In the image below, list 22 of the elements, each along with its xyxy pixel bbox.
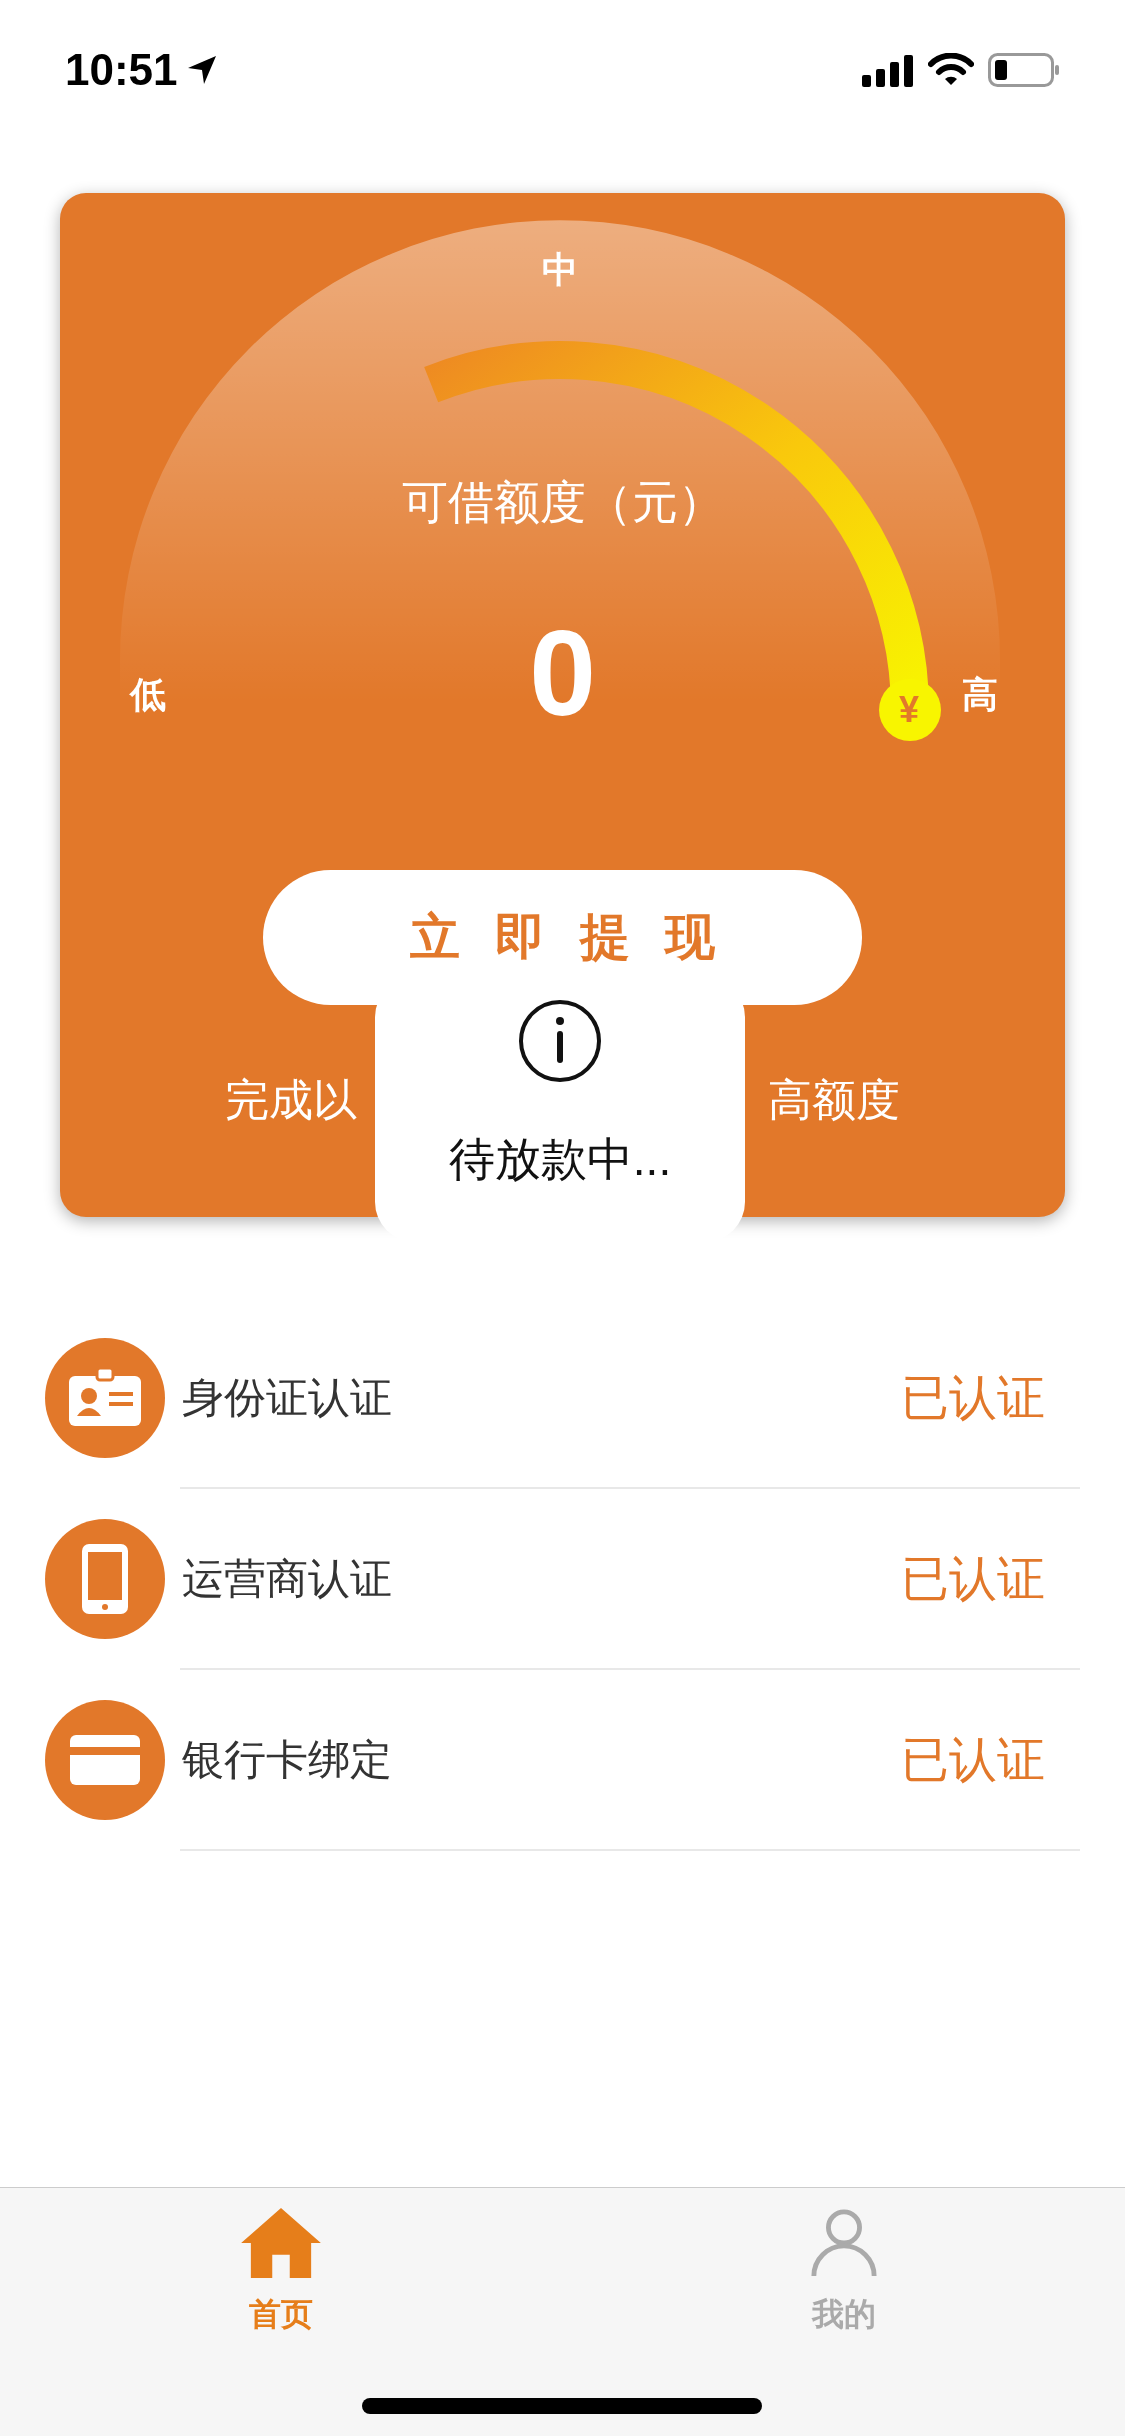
gauge-mid-label: 中: [542, 248, 578, 292]
verification-name[interactable]: 银行卡绑定: [182, 1728, 901, 1791]
gauge-low-label: 低: [130, 673, 166, 717]
person-icon: [808, 2208, 879, 2278]
subtitle-text: 完成以: [225, 1074, 357, 1126]
verification-status: 已认证: [901, 1731, 1045, 1788]
info-icon: [518, 999, 602, 1083]
subtitle-text: 高额度: [768, 1074, 900, 1126]
verification-status: 已认证: [901, 1369, 1045, 1426]
battery-icon: [988, 53, 1060, 87]
verification-status: 已认证: [901, 1550, 1045, 1607]
verification-name[interactable]: 运营商认证: [182, 1547, 901, 1610]
toast-message: 待放款中...: [448, 1132, 672, 1187]
verification-name[interactable]: 身份证认证: [182, 1366, 901, 1429]
credit-amount: 0: [529, 613, 596, 733]
signal-icon: [862, 53, 914, 87]
gauge-high-label: 高: [962, 673, 998, 717]
pointer-symbol: ¥: [899, 692, 920, 728]
gauge-title: 可借额度（元）: [401, 475, 724, 530]
home-icon: [240, 2208, 323, 2278]
wifi-icon: [928, 53, 974, 87]
status-time: 10:51: [65, 44, 178, 96]
